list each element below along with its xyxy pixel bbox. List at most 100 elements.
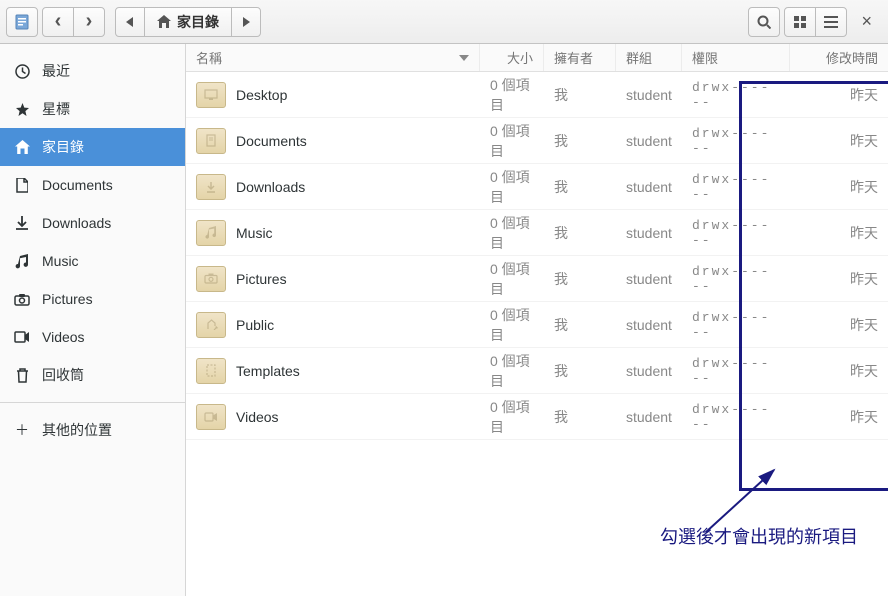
table-row[interactable]: Pictures0 個項目我studentdrwx------昨天 [186,256,888,302]
sidebar: 最近星標家目錄 Documents Downloads Music Pictures Vi… [0,44,186,596]
folder-icon [196,266,226,292]
cell-group: student [616,302,682,347]
forward-button[interactable] [73,7,105,37]
sidebar-item-clock[interactable]: 最近 [0,52,185,90]
sidebar-item-home[interactable]: 家目錄 [0,128,185,166]
music-icon [14,254,30,269]
file-name: Music [236,225,273,241]
cell-permissions: drwx------ [682,256,790,301]
cell-owner: 我 [544,72,616,117]
sidebar-item-label: 其他的位置 [42,420,112,440]
cell-size: 0 個項目 [480,164,544,209]
table-row[interactable]: Desktop0 個項目我studentdrwx------昨天 [186,72,888,118]
file-name: Templates [236,363,300,379]
sidebar-item-video[interactable]: Videos [0,318,185,356]
doc-icon [14,178,30,193]
cell-name: Documents [186,118,480,163]
cell-size: 0 個項目 [480,210,544,255]
cell-group: student [616,348,682,393]
sidebar-item-music[interactable]: Music [0,242,185,280]
sidebar-item-label: Pictures [42,291,93,307]
cell-group: student [616,72,682,117]
cell-modified: 昨天 [790,210,888,255]
cell-group: student [616,210,682,255]
column-header-size[interactable]: 大小 [480,44,544,71]
table-row[interactable]: Music0 個項目我studentdrwx------昨天 [186,210,888,256]
close-button[interactable]: × [851,11,882,32]
sidebar-item-label: Documents [42,177,113,193]
folder-icon [196,82,226,108]
cell-name: Desktop [186,72,480,117]
grid-icon [793,15,807,29]
cell-modified: 昨天 [790,302,888,347]
table-row[interactable]: Documents0 個項目我studentdrwx------昨天 [186,118,888,164]
sidebar-item-trash[interactable]: 回收筒 [0,356,185,394]
column-header-owner[interactable]: 擁有者 [544,44,616,71]
sidebar-item-label: 最近 [42,61,70,81]
back-button[interactable] [42,7,74,37]
clock-icon [14,64,30,79]
hamburger-icon [824,16,838,28]
view-menu-button[interactable] [815,7,847,37]
cell-name: Templates [186,348,480,393]
annotation-text: 勾選後才會出現的新項目 [660,523,858,549]
cell-modified: 昨天 [790,348,888,393]
sort-indicator-icon [459,55,469,61]
cell-modified: 昨天 [790,394,888,439]
path-label: 家目錄 [177,12,219,32]
cell-size: 0 個項目 [480,348,544,393]
cell-owner: 我 [544,348,616,393]
view-grid-button[interactable] [784,7,816,37]
cell-modified: 昨天 [790,256,888,301]
cell-name: Videos [186,394,480,439]
cell-size: 0 個項目 [480,256,544,301]
search-button[interactable] [748,7,780,37]
cell-size: 0 個項目 [480,394,544,439]
table-row[interactable]: Videos0 個項目我studentdrwx------昨天 [186,394,888,440]
trash-icon [14,368,30,383]
cell-permissions: drwx------ [682,210,790,255]
file-list-pane: 名稱 大小 擁有者 群組 權限 修改時間 Desktop0 個項目我studen… [186,44,888,596]
sidebar-item-label: Videos [42,329,85,345]
column-header-permissions[interactable]: 權限 [682,44,790,71]
cell-size: 0 個項目 [480,302,544,347]
path-next-button[interactable] [231,7,261,37]
column-header-name[interactable]: 名稱 [186,44,480,71]
sidebar-item-doc[interactable]: Documents [0,166,185,204]
folder-icon [196,220,226,246]
path-bar[interactable]: 家目錄 [115,7,261,37]
sidebar-item-label: 家目錄 [42,137,84,157]
home-icon [14,140,30,154]
column-header-group[interactable]: 群組 [616,44,682,71]
file-name: Documents [236,133,307,149]
sidebar-item-camera[interactable]: Pictures [0,280,185,318]
cell-group: student [616,118,682,163]
path-prev-button[interactable] [115,7,145,37]
folder-icon [196,404,226,430]
column-header-modified[interactable]: 修改時間 [790,44,888,71]
cell-modified: 昨天 [790,164,888,209]
cell-modified: 昨天 [790,118,888,163]
cell-owner: 我 [544,118,616,163]
main-area: 最近星標家目錄 Documents Downloads Music Pictures Vi… [0,44,888,596]
sidebar-item-star[interactable]: 星標 [0,90,185,128]
sidebar-item-label: 星標 [42,99,70,119]
app-menu-button[interactable] [6,7,38,37]
table-row[interactable]: Public0 個項目我studentdrwx------昨天 [186,302,888,348]
table-row[interactable]: Templates0 個項目我studentdrwx------昨天 [186,348,888,394]
sidebar-item-other[interactable]: ＋ 其他的位置 [0,411,185,449]
sidebar-item-label: Music [42,253,79,269]
table-row[interactable]: Downloads0 個項目我studentdrwx------昨天 [186,164,888,210]
search-icon [757,15,771,29]
path-current[interactable]: 家目錄 [144,7,232,37]
file-name: Videos [236,409,279,425]
chevron-right-icon [86,10,93,33]
down-icon [14,216,30,231]
sidebar-item-down[interactable]: Downloads [0,204,185,242]
cell-group: student [616,256,682,301]
cell-size: 0 個項目 [480,72,544,117]
file-name: Public [236,317,274,333]
cell-group: student [616,394,682,439]
file-rows: Desktop0 個項目我studentdrwx------昨天Document… [186,72,888,440]
triangle-left-icon [126,17,134,27]
